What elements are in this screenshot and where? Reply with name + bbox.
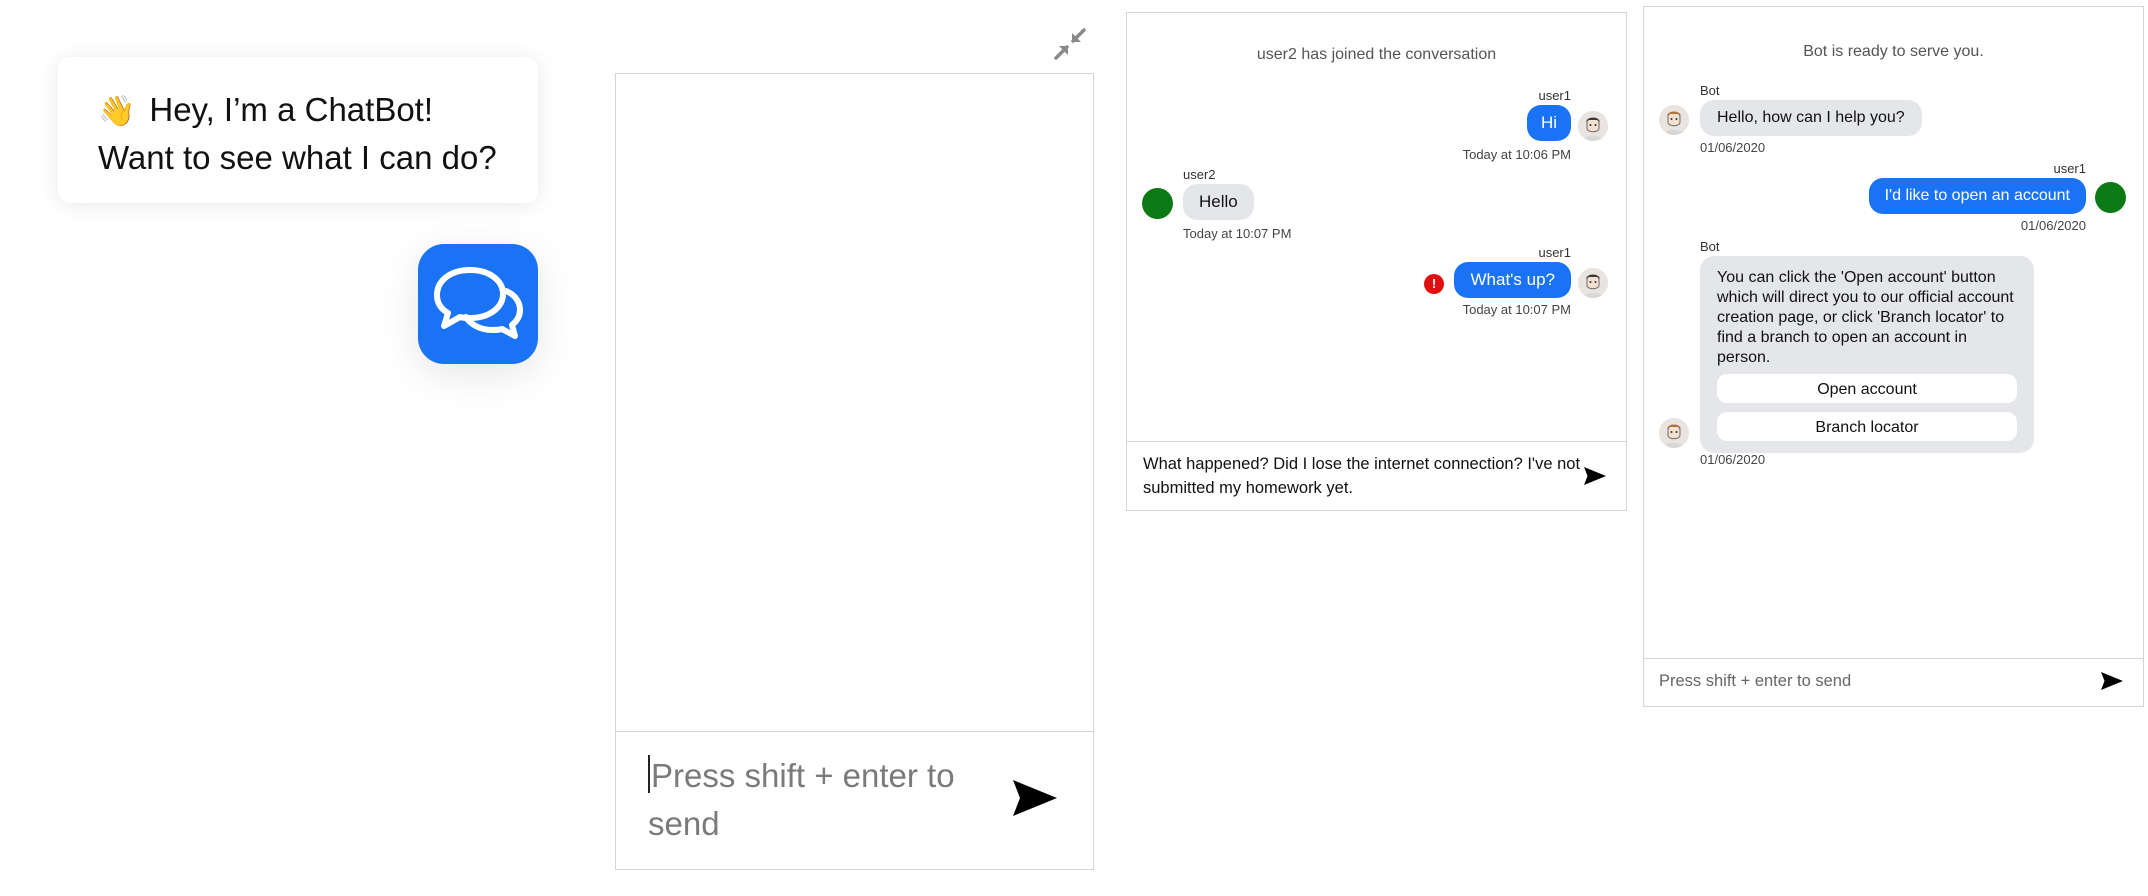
bot-avatar	[1659, 418, 1689, 448]
chat-window-bot: Bot is ready to serve you. Bot Hello, ho…	[1643, 6, 2144, 707]
minimize-arrows-icon	[1054, 28, 1086, 60]
message-timestamp: Today at 10:06 PM	[1462, 147, 1571, 162]
send-icon	[1013, 780, 1057, 816]
message-timestamp: Today at 10:07 PM	[1462, 302, 1571, 317]
message-author: user2	[1183, 167, 1216, 182]
message-author: Bot	[1700, 83, 1720, 98]
chat-window-large: Press shift + enter to send	[615, 73, 1094, 870]
message-text: You can click the 'Open account' button …	[1717, 269, 2014, 366]
greeting-line-1: 👋 Hey, I’m a ChatBot!	[98, 87, 498, 135]
message-input[interactable]: Press shift + enter to send	[1659, 672, 1851, 691]
person-avatar-icon	[1659, 105, 1689, 135]
message-bubble-outgoing: What's up?	[1454, 262, 1571, 298]
message-bubble-outgoing: Hi	[1526, 105, 1571, 141]
composer: What happened? Did I lose the internet c…	[1127, 441, 1626, 510]
message-author: user1	[1538, 88, 1571, 103]
send-button[interactable]	[2100, 671, 2124, 696]
text-caret	[648, 755, 650, 793]
error-icon[interactable]: !	[1424, 274, 1444, 294]
message-timestamp: Today at 10:07 PM	[1183, 226, 1292, 241]
user1-avatar	[1578, 268, 1608, 298]
message-bubble-outgoing: I'd like to open an account	[1868, 178, 2086, 214]
greeting-card[interactable]: 👋 Hey, I’m a ChatBot! Want to see what I …	[58, 57, 538, 203]
message-author: user1	[1538, 245, 1571, 260]
branch-locator-button[interactable]: Branch locator	[1717, 412, 2017, 441]
system-message: Bot is ready to serve you.	[1803, 43, 1984, 60]
chat-bubbles-icon	[434, 267, 523, 339]
composer: Press shift + enter to send	[1644, 658, 2143, 706]
greeting-line-2: Want to see what I can do?	[98, 139, 497, 176]
system-message: user2 has joined the conversation	[1256, 46, 1497, 63]
message-date: 01/06/2020	[2020, 218, 2086, 233]
user2-avatar	[1142, 188, 1173, 219]
person-avatar-icon	[1659, 418, 1689, 448]
send-button[interactable]	[1012, 778, 1058, 823]
message-author: user1	[2053, 161, 2086, 176]
minimize-button[interactable]	[1050, 24, 1090, 64]
person-avatar-icon	[1578, 268, 1608, 298]
send-icon	[1584, 467, 1606, 485]
user1-avatar	[2095, 182, 2126, 213]
message-date: 01/06/2020	[1700, 452, 1766, 467]
send-button[interactable]	[1583, 466, 1607, 491]
open-account-button[interactable]: Open account	[1717, 374, 2017, 403]
input-placeholder: Press shift + enter to send	[648, 757, 955, 842]
message-date: 01/06/2020	[1700, 140, 1766, 155]
message-bubble-incoming: Hello, how can I help you?	[1700, 100, 1922, 136]
send-icon	[2101, 672, 2123, 690]
greeting-text-1: Hey, I’m a ChatBot!	[149, 91, 434, 128]
composer: Press shift + enter to send	[616, 731, 1093, 869]
chat-window-conversation: user2 has joined the conversation user1 …	[1126, 12, 1627, 511]
bot-avatar	[1659, 105, 1689, 135]
chat-launcher-button[interactable]	[418, 244, 538, 364]
message-bubble-incoming: You can click the 'Open account' button …	[1700, 256, 2034, 453]
message-author: Bot	[1700, 239, 1720, 254]
user1-avatar	[1578, 111, 1608, 141]
message-input[interactable]: Press shift + enter to send	[648, 752, 988, 848]
person-avatar-icon	[1578, 111, 1608, 141]
waving-hand-icon: 👋	[98, 95, 136, 128]
message-bubble-incoming: Hello	[1183, 184, 1254, 220]
message-input[interactable]: What happened? Did I lose the internet c…	[1143, 452, 1583, 500]
